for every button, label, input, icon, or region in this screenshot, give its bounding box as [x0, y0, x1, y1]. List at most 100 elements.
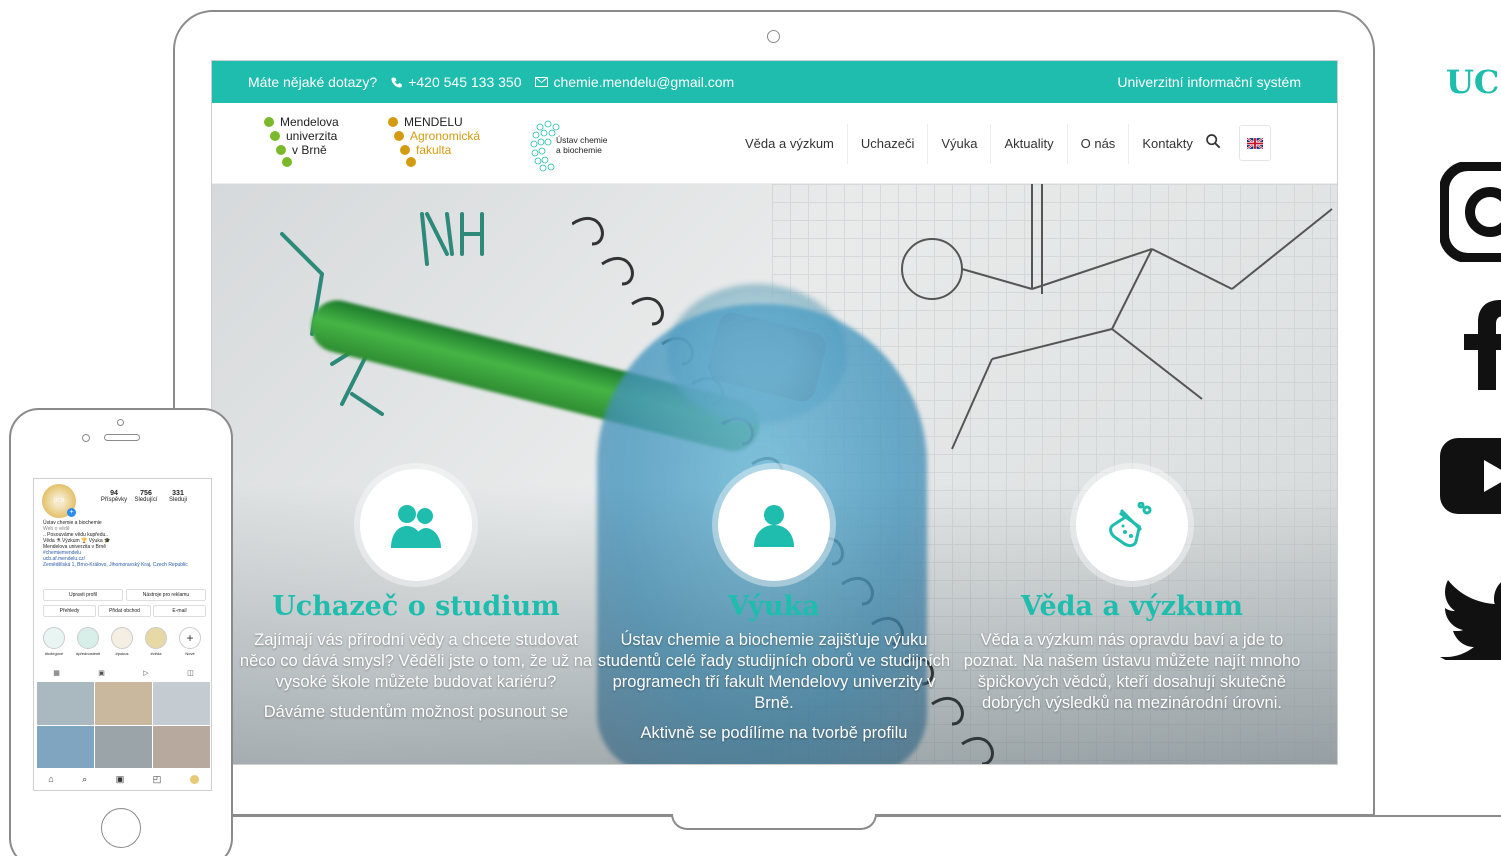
stat-value: 331 — [172, 490, 184, 497]
stat-label: Příspěvky — [100, 497, 128, 503]
menu-item-o-nas[interactable]: O nás — [1068, 123, 1130, 164]
website-screen: Máte nějaké dotazy? +420 545 133 350 che… — [211, 60, 1338, 765]
laptop-camera — [767, 30, 780, 43]
menu-item-kontakty[interactable]: Kontakty — [1129, 124, 1206, 164]
logo-dot — [400, 145, 410, 155]
feature-veda[interactable]: Věda a výzkum Věda a výzkum nás opravdu … — [952, 469, 1312, 723]
uk-flag-icon — [1247, 137, 1263, 149]
phone-speaker — [104, 434, 140, 441]
person-icon — [754, 505, 794, 547]
home-icon[interactable]: ⌂ — [48, 774, 53, 784]
logo-text: fakulta — [416, 143, 452, 157]
feature-text-more: Dáváme studentům možnost posunout se — [263, 703, 569, 721]
highlight-item[interactable]: #pokus — [110, 627, 134, 656]
language-switch-button[interactable] — [1239, 125, 1271, 161]
laptop-notch — [671, 814, 877, 830]
hero-banner: Uchazeč o studium Zajímají vás přírodní … — [212, 184, 1337, 764]
tagged-tab-icon[interactable]: ◫ — [187, 669, 194, 677]
following-count[interactable]: 331 Sleduji — [158, 490, 198, 504]
logo-dot — [276, 145, 286, 155]
flask-icon — [1109, 502, 1152, 548]
new-highlight-button[interactable]: + Nové — [178, 627, 202, 656]
mail-icon — [535, 77, 549, 87]
feature-uchazec[interactable]: Uchazeč o studium Zajímají vás přírodní … — [236, 469, 596, 723]
feature-text-more: Aktivně se podílíme na tvorbě profilu — [640, 724, 908, 742]
profile-tabs: ▦ ▣ ▷ ◫ — [34, 666, 211, 680]
twitter-icon[interactable] — [1440, 576, 1501, 660]
logo-dot — [264, 117, 274, 127]
logo-text: Mendelova — [280, 115, 339, 129]
post-thumbnail[interactable] — [95, 682, 152, 725]
post-thumbnail[interactable] — [95, 725, 152, 768]
post-thumbnail[interactable] — [153, 725, 210, 768]
instagram-profile-screen: ÚCB + 94 Příspěvky 756 Sledující 331 Sleduj… — [33, 478, 212, 791]
highlight-item[interactable]: #věda — [144, 627, 168, 656]
feature-icon-circle — [360, 469, 472, 581]
menu-item-uchazeci[interactable]: Uchazeči — [848, 123, 929, 164]
ustav-logo-text: Ústav chemie a biochemie — [556, 135, 626, 155]
add-shop-button[interactable]: Přidat obchod — [98, 605, 151, 617]
post-thumbnail[interactable] — [37, 682, 94, 725]
feature-vyuka[interactable]: Výuka Ústav chemie a biochemie zajišťuje… — [594, 469, 954, 744]
phone-sensor — [117, 419, 124, 426]
shop-icon[interactable]: ◰ — [153, 774, 162, 785]
highlight-label: #pokus — [115, 651, 129, 656]
logo-dot — [406, 157, 416, 167]
highlight-label: #přednostenti — [76, 651, 101, 656]
stat-label: Sledující — [134, 497, 158, 503]
grid-tab-icon[interactable]: ▦ — [53, 669, 60, 677]
email-button[interactable]: E-mail — [153, 605, 206, 617]
instagram-bottom-nav: ⌂ ⌕ ▣ ◰ — [34, 771, 211, 787]
highlight-circle — [77, 627, 99, 649]
ustav-chemie-logo[interactable]: Ústav chemie a biochemie — [528, 117, 628, 173]
agronomicka-fakulta-logo[interactable]: MENDELU Agronomická fakulta — [388, 115, 498, 167]
instagram-icon[interactable] — [1440, 162, 1501, 262]
add-story-icon[interactable]: + — [67, 508, 76, 517]
plus-icon: + — [179, 627, 201, 649]
feature-text: Ústav chemie a biochemie zajišťuje výuku… — [597, 631, 951, 712]
highlight-item[interactable]: #přednostenti — [76, 627, 100, 656]
search-button[interactable] — [1205, 133, 1227, 155]
profile-bio: Ústav chemie a biochemie Web o vědě .. P… — [43, 520, 208, 568]
insights-button[interactable]: Přehledy — [43, 605, 96, 617]
bio-address[interactable]: Zemědělská 1, Brno-Královo, Jihomoravský… — [43, 562, 208, 568]
ustav-logo-line: Ústav chemie — [556, 135, 608, 145]
post-thumbnail[interactable] — [153, 682, 210, 725]
logo-dot — [388, 117, 398, 127]
question-text: Máte nějaké dotazy? — [248, 74, 378, 90]
people-icon — [391, 505, 441, 548]
calendar-tab-icon[interactable]: ▣ — [98, 669, 105, 677]
ustav-logo-line: a biochemie — [556, 145, 602, 155]
phone-number: +420 545 133 350 — [408, 74, 522, 90]
feature-icon-circle — [718, 469, 830, 581]
phone-home-button[interactable] — [101, 808, 141, 848]
post-thumbnail[interactable] — [37, 725, 94, 768]
feature-text: Zajímají vás přírodní vědy a chcete stud… — [239, 631, 593, 691]
highlight-item[interactable]: #kolegové — [42, 627, 66, 656]
phone-link[interactable]: +420 545 133 350 — [391, 74, 521, 90]
reels-icon[interactable]: ▣ — [116, 774, 125, 785]
highlight-label: Nové — [185, 651, 195, 656]
search-icon[interactable]: ⌕ — [82, 774, 87, 785]
menu-item-aktuality[interactable]: Aktuality — [991, 123, 1068, 164]
edit-profile-button[interactable]: Upravit profil — [43, 589, 123, 601]
right-panel-title: UC — [1446, 63, 1500, 101]
email-link[interactable]: chemie.mendelu@gmail.com — [535, 74, 734, 90]
profile-avatar-icon[interactable] — [189, 774, 199, 784]
menu-item-veda[interactable]: Věda a výzkum — [732, 123, 848, 164]
youtube-icon[interactable] — [1440, 438, 1501, 514]
mendelu-university-logo[interactable]: Mendelova univerzita v Brně — [264, 115, 364, 167]
feature-title: Výuka — [728, 591, 820, 622]
top-contact-bar: Máte nějaké dotazy? +420 545 133 350 che… — [212, 61, 1337, 103]
logo-dot — [270, 131, 280, 141]
menu-item-vyuka[interactable]: Výuka — [928, 123, 992, 164]
logo-text: univerzita — [286, 129, 338, 143]
feature-icon-circle — [1076, 469, 1188, 581]
facebook-icon[interactable] — [1458, 300, 1501, 390]
feature-text: Věda a výzkum nás opravdu baví a jde to … — [963, 631, 1301, 712]
feature-title: Věda a výzkum — [1021, 591, 1243, 622]
highlight-label: #kolegové — [44, 651, 64, 656]
uis-link[interactable]: Univerzitní informační systém — [1117, 74, 1301, 90]
reels-tab-icon[interactable]: ▷ — [143, 669, 148, 677]
ad-tools-button[interactable]: Nástroje pro reklamu — [126, 589, 206, 601]
